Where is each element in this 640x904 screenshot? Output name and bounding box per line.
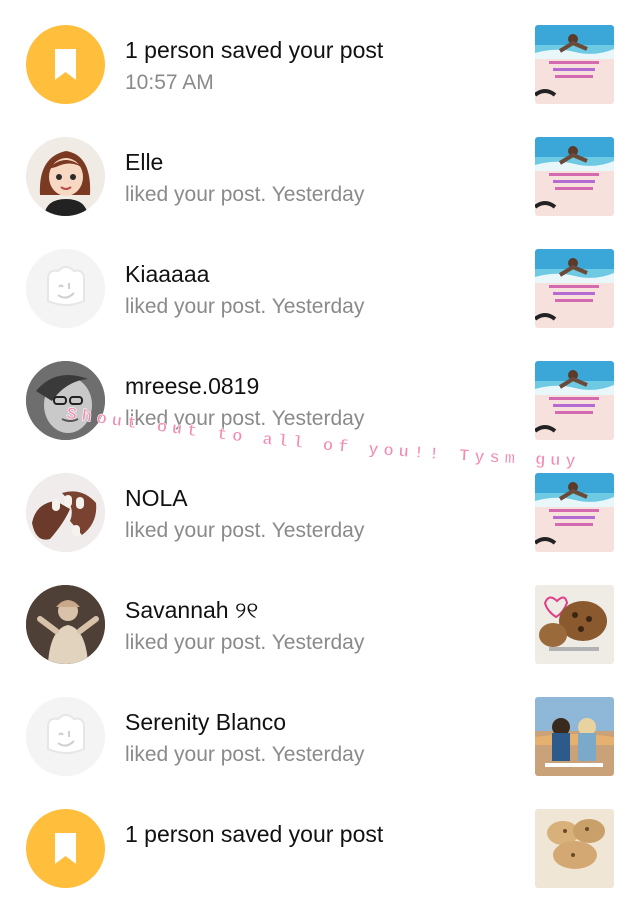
notification-row[interactable]: Elle liked your post. Yesterday: [0, 120, 640, 232]
bw-photo-avatar[interactable]: [26, 361, 105, 440]
post-thumbnail[interactable]: [535, 25, 614, 104]
notification-time: 10:57 AM: [125, 71, 214, 94]
bookmark-icon[interactable]: [26, 25, 105, 104]
user-name[interactable]: mreese.0819: [125, 372, 364, 400]
notification-title[interactable]: 1 person saved your post: [125, 36, 383, 64]
notification-text: liked your post. Yesterday: [125, 407, 365, 430]
user-name[interactable]: Serenity Blanco: [125, 708, 364, 736]
notification-row[interactable]: 1 person saved your post 10:57 AM: [0, 8, 640, 120]
post-thumbnail[interactable]: [535, 473, 614, 552]
notification-text: liked your post. Yesterday: [125, 519, 365, 542]
notification-row[interactable]: mreese.0819 liked your post. Yesterday: [0, 344, 640, 456]
notification-title[interactable]: 1 person saved your post: [125, 820, 383, 848]
user-name[interactable]: Kiaaaaa: [125, 260, 364, 288]
notification-row[interactable]: Savannah ୨୧ liked your post. Yesterday: [0, 568, 640, 680]
notification-text: liked your post. Yesterday: [125, 295, 365, 318]
notification-row[interactable]: NOLA liked your post. Yesterday: [0, 456, 640, 568]
hands-photo-avatar[interactable]: [26, 473, 105, 552]
user-name[interactable]: Elle: [125, 148, 364, 176]
default-sticker-avatar[interactable]: [26, 249, 105, 328]
post-thumbnail[interactable]: [535, 585, 614, 664]
post-thumbnail[interactable]: [535, 249, 614, 328]
bookmark-icon[interactable]: [26, 809, 105, 888]
cartoon-girl-avatar[interactable]: [26, 137, 105, 216]
notification-row[interactable]: 1 person saved your post: [0, 792, 640, 904]
post-thumbnail[interactable]: [535, 137, 614, 216]
user-name[interactable]: NOLA: [125, 484, 364, 512]
notification-text: liked your post. Yesterday: [125, 183, 365, 206]
person-photo-avatar[interactable]: [26, 585, 105, 664]
default-sticker-avatar[interactable]: [26, 697, 105, 776]
notification-row[interactable]: Kiaaaaa liked your post. Yesterday: [0, 232, 640, 344]
notification-text: liked your post. Yesterday: [125, 743, 365, 766]
post-thumbnail[interactable]: [535, 361, 614, 440]
user-name[interactable]: Savannah ୨୧: [125, 596, 364, 624]
notification-row[interactable]: Serenity Blanco liked your post. Yesterd…: [0, 680, 640, 792]
notification-text: liked your post. Yesterday: [125, 631, 365, 654]
post-thumbnail[interactable]: [535, 809, 614, 888]
post-thumbnail[interactable]: [535, 697, 614, 776]
